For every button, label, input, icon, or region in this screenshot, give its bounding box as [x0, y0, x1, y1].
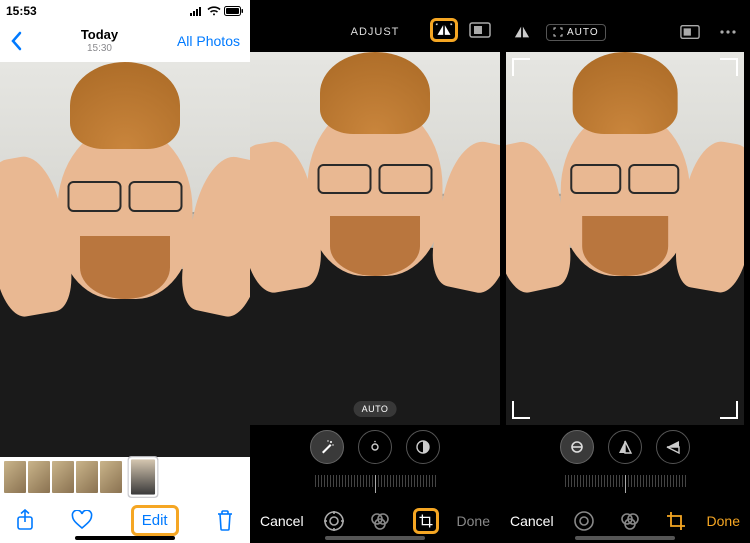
auto-frame-icon — [553, 27, 563, 37]
thumbnail[interactable] — [100, 461, 122, 493]
auto-crop-label: AUTO — [567, 27, 599, 38]
cancel-button[interactable]: Cancel — [510, 513, 554, 529]
cancel-button[interactable]: Cancel — [260, 513, 304, 529]
flip-horizontal-icon — [435, 21, 453, 39]
home-indicator[interactable] — [575, 536, 675, 540]
editor-top-bar: ADJUST — [250, 12, 500, 52]
flip-horizontal-button[interactable] — [430, 18, 458, 42]
photo-edit-viewport[interactable]: AUTO — [250, 52, 500, 425]
status-icons — [190, 6, 244, 16]
done-button[interactable]: Done — [457, 513, 490, 529]
all-photos-link[interactable]: All Photos — [177, 33, 240, 49]
photo-editor-adjust-screen: ADJUST AUTO — [250, 0, 500, 543]
flip-horizontal-icon — [512, 24, 532, 40]
crop-handle-tl[interactable] — [512, 58, 530, 76]
exposure-dial-icon — [367, 439, 383, 455]
trash-icon — [216, 509, 234, 531]
filters-mode-icon — [619, 510, 641, 532]
editor-mode-title: ADJUST — [351, 26, 400, 38]
delete-button[interactable] — [216, 509, 234, 531]
nav-title: Today — [81, 28, 118, 42]
crop-mode-button[interactable] — [413, 508, 439, 534]
markup-button[interactable] — [676, 20, 704, 44]
signal-icon — [190, 6, 204, 16]
magic-wand-icon — [319, 439, 335, 455]
adjust-mode-icon — [573, 510, 595, 532]
crop-mode-icon — [418, 510, 434, 532]
ellipsis-icon — [718, 28, 738, 36]
crop-mode-icon — [665, 510, 687, 532]
thumbnail-selected[interactable] — [131, 459, 155, 494]
auto-crop-button[interactable]: AUTO — [546, 24, 606, 41]
adjust-dial-row — [250, 425, 500, 469]
battery-icon — [224, 6, 244, 16]
filters-mode-button[interactable] — [617, 508, 643, 534]
status-time: 15:53 — [6, 4, 37, 18]
flip-vertical-dial-button[interactable] — [608, 430, 642, 464]
crop-handle-bl[interactable] — [512, 401, 530, 419]
share-button[interactable] — [16, 509, 34, 531]
thumbnail[interactable] — [76, 461, 98, 493]
photo-viewport[interactable] — [0, 62, 250, 457]
thumbnail-strip[interactable] — [0, 457, 250, 497]
photos-viewer-screen: 15:53 Today 15:30 All Photos — [0, 0, 250, 543]
crop-dial-row — [500, 425, 750, 469]
crop-frame[interactable] — [512, 58, 738, 419]
filters-mode-button[interactable] — [367, 508, 393, 534]
thumbnail[interactable] — [4, 461, 26, 493]
crop-handle-br[interactable] — [720, 401, 738, 419]
back-button[interactable] — [10, 31, 22, 51]
done-button[interactable]: Done — [707, 513, 740, 529]
nav-subtitle: 15:30 — [81, 43, 118, 54]
perspective-dial-icon — [665, 439, 681, 455]
status-bar: 15:53 — [0, 0, 250, 20]
adjust-slider[interactable] — [250, 469, 500, 499]
more-button[interactable] — [714, 20, 742, 44]
markup-icon — [680, 24, 700, 40]
thumbnail[interactable] — [28, 461, 50, 493]
nav-title-group: Today 15:30 — [81, 28, 118, 53]
photo-editor-crop-screen: AUTO — [500, 0, 750, 543]
aspect-button[interactable] — [466, 18, 494, 42]
crop-handle-tr[interactable] — [720, 58, 738, 76]
editor-top-bar: AUTO — [500, 12, 750, 52]
auto-pill[interactable]: AUTO — [354, 401, 397, 417]
heart-icon — [71, 510, 93, 530]
chevron-left-icon — [10, 31, 22, 51]
exposure-dial-button[interactable] — [358, 430, 392, 464]
thumbnail[interactable] — [52, 461, 74, 493]
crop-slider[interactable] — [500, 469, 750, 499]
adjust-mode-button[interactable] — [571, 508, 597, 534]
contrast-dial-icon — [415, 439, 431, 455]
straighten-dial-icon — [569, 439, 585, 455]
wifi-icon — [207, 6, 221, 16]
straighten-dial-button[interactable] — [560, 430, 594, 464]
contrast-dial-button[interactable] — [406, 430, 440, 464]
nav-bar: Today 15:30 All Photos — [0, 20, 250, 62]
filters-mode-icon — [369, 510, 391, 532]
favorite-button[interactable] — [71, 510, 93, 530]
photo-content — [0, 62, 250, 457]
crop-mode-button[interactable] — [663, 508, 689, 534]
adjust-mode-icon — [323, 510, 345, 532]
adjust-mode-button[interactable] — [321, 508, 347, 534]
perspective-dial-button[interactable] — [656, 430, 690, 464]
home-indicator[interactable] — [75, 536, 175, 540]
photo-content — [250, 52, 500, 425]
magic-wand-button[interactable] — [310, 430, 344, 464]
photo-crop-viewport[interactable] — [506, 52, 744, 425]
flip-vertical-dial-icon — [617, 439, 633, 455]
flip-horizontal-button[interactable] — [508, 20, 536, 44]
share-icon — [16, 509, 34, 531]
aspect-icon — [469, 22, 491, 38]
edit-button[interactable]: Edit — [131, 505, 179, 536]
home-indicator[interactable] — [325, 536, 425, 540]
